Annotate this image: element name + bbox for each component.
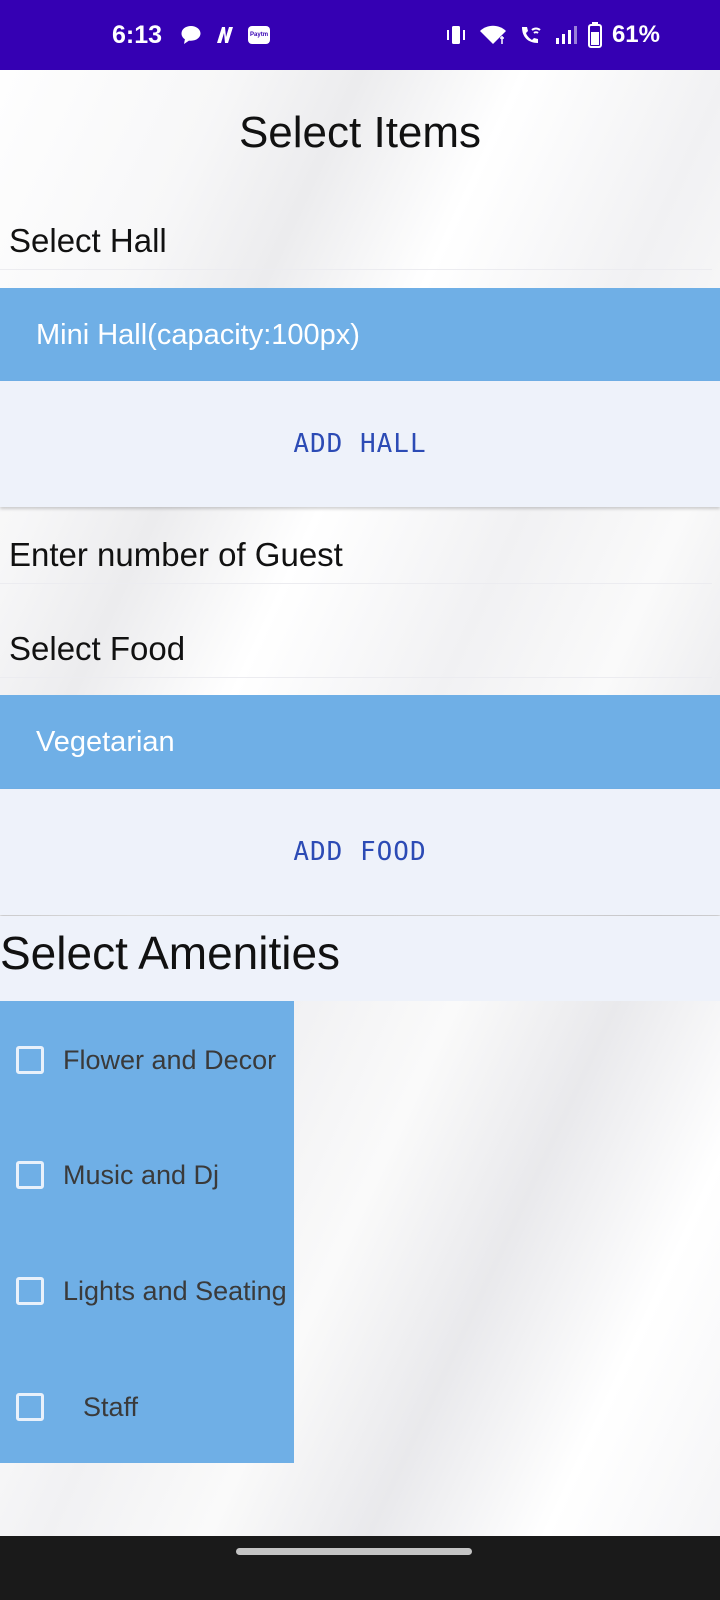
add-food-button[interactable]: ADD FOOD	[0, 789, 720, 915]
amenities-title: Select Amenities	[0, 927, 341, 979]
battery-percentage: 61%	[611, 21, 660, 48]
amenity-label: Flower and Decor	[63, 1044, 277, 1075]
wifi-icon	[478, 24, 508, 46]
amenity-staff[interactable]: Staff	[0, 1377, 294, 1437]
checkbox-icon[interactable]	[16, 1046, 44, 1074]
add-hall-button[interactable]: ADD HALL	[0, 381, 720, 507]
hall-divider	[0, 269, 712, 270]
hall-spinner[interactable]: Mini Hall(capacity:100px)	[0, 288, 720, 382]
amenity-label: Staff	[83, 1391, 139, 1422]
amenity-label: Lights and Seating	[63, 1275, 287, 1306]
amenity-label: Music and Dj	[63, 1159, 220, 1190]
checkbox-icon[interactable]	[16, 1277, 44, 1305]
guest-divider	[0, 583, 712, 584]
checkbox-icon[interactable]	[16, 1161, 44, 1189]
wifi-calling-icon	[518, 24, 544, 46]
checkbox-icon[interactable]	[16, 1393, 44, 1421]
amenities-list: Flower and Decor Music and Dj Lights and…	[0, 1001, 294, 1463]
amenity-lights-seating[interactable]: Lights and Seating	[0, 1261, 294, 1321]
chat-bubble-icon	[180, 25, 202, 45]
status-bar: 6:13 Paytm 61%	[0, 0, 720, 70]
page-title: Select Items	[238, 108, 482, 157]
home-gesture-handle[interactable]	[236, 1548, 472, 1555]
signal-icon	[554, 25, 578, 45]
paytm-icon: Paytm	[248, 26, 271, 44]
amenities-header: Select Amenities	[0, 916, 720, 1001]
food-spinner-value: Vegetarian	[36, 725, 175, 758]
vibrate-icon	[444, 24, 468, 46]
hall-spinner-value: Mini Hall(capacity:100px)	[36, 318, 360, 351]
amenity-flower-decor[interactable]: Flower and Decor	[0, 1030, 294, 1090]
food-spinner[interactable]: Vegetarian	[0, 695, 720, 789]
select-food-label: Select Food	[9, 630, 186, 667]
amenity-music-dj[interactable]: Music and Dj	[0, 1145, 294, 1205]
food-divider	[0, 677, 712, 678]
guest-count-input[interactable]: Enter number of Guest	[9, 536, 343, 574]
navigation-bar	[0, 1536, 720, 1600]
status-time: 6:13	[112, 20, 163, 49]
select-hall-label: Select Hall	[9, 222, 167, 259]
n-logo-icon	[214, 25, 236, 45]
battery-icon	[587, 22, 602, 48]
